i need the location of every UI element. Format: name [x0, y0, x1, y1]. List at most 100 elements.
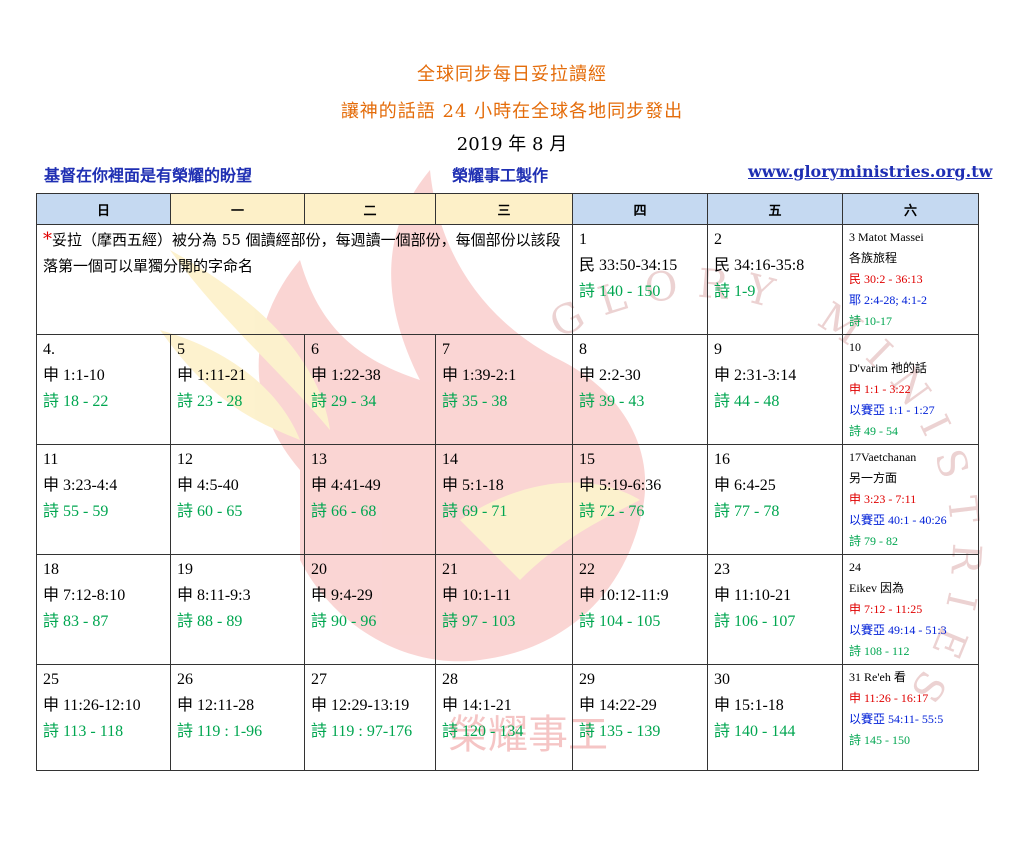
torah-portion: 申 7:12 - 11:25 — [849, 602, 923, 616]
day-number: 15 — [579, 451, 595, 468]
website-link[interactable]: www.gloryministries.org.tw — [748, 162, 992, 181]
day-number: 9 — [714, 341, 722, 358]
torah-portion: 申 1:1 - 3:22 — [849, 382, 911, 396]
psalm-portion: 詩 10-17 — [849, 314, 892, 328]
day-cell: 2 民 34:16-35:8 詩 1-9 — [707, 224, 843, 335]
week-row: *妥拉（摩西五經）被分為 55 個讀經部份，每週讀一個部份，每個部份以該段落第一… — [36, 224, 979, 335]
sabbath-cell: 17Vaetchanan 另一方面 申 3:23 - 7:11 以賽亞 40:1… — [842, 444, 979, 555]
haftarah-portion: 以賽亞 1:1 - 1:27 — [849, 403, 935, 417]
torah-note: *妥拉（摩西五經）被分為 55 個讀經部份，每週讀一個部份，每個部份以該段落第一… — [36, 224, 573, 335]
daily-reading: 申 10:1-11 — [442, 587, 512, 604]
day-cell: 25 申 11:26-12:10 詩 113 - 118 — [36, 664, 171, 771]
psalm-reading: 詩 55 - 59 — [43, 503, 109, 520]
psalm-reading: 詩 83 - 87 — [43, 613, 109, 630]
daily-reading: 申 4:41-49 — [311, 477, 381, 494]
psalm-reading: 詩 29 - 34 — [311, 393, 377, 410]
daily-reading: 申 1:11-21 — [177, 367, 247, 384]
weekday-sun: 日 — [36, 193, 171, 225]
day-number: 27 — [311, 671, 327, 688]
haftarah-portion: 以賽亞 49:14 - 51:3 — [849, 623, 947, 637]
torah-portion: 申 3:23 - 7:11 — [849, 492, 917, 506]
daily-reading: 申 12:29-13:19 — [311, 697, 410, 714]
psalm-reading: 詩 140 - 150 — [579, 283, 661, 300]
reading-calendar: 日 一 二 三 四 五 六 *妥拉（摩西五經）被分為 55 個讀經部份，每週讀一… — [36, 193, 979, 771]
week-row: 18 申 7:12-8:10 詩 83 - 87 19 申 8:11-9:3 詩 88 … — [36, 554, 979, 665]
day-number: 23 — [714, 561, 730, 578]
day-number: 19 — [177, 561, 193, 578]
daily-reading: 民 34:16-35:8 — [714, 257, 805, 274]
weekday-mon: 一 — [170, 193, 305, 225]
parasha-name: 24 — [849, 560, 861, 574]
weekday-tue: 二 — [304, 193, 436, 225]
day-number: 18 — [43, 561, 59, 578]
day-cell: 23 申 11:10-21 詩 106 - 107 — [707, 554, 843, 665]
day-cell: 16 申 6:4-25 詩 77 - 78 — [707, 444, 843, 555]
parasha-meaning: D'varim 祂的話 — [849, 361, 927, 375]
parasha-name: 31 Re'eh 看 — [849, 670, 906, 684]
psalm-reading: 詩 120 - 134 — [442, 723, 524, 740]
day-number: 22 — [579, 561, 595, 578]
day-number: 20 — [311, 561, 327, 578]
daily-reading: 申 14:1-21 — [442, 697, 512, 714]
week-row: 25 申 11:26-12:10 詩 113 - 118 26 申 12:11-28 詩… — [36, 664, 979, 771]
daily-reading: 申 1:39-2:1 — [442, 367, 517, 384]
day-cell: 21 申 10:1-11 詩 97 - 103 — [435, 554, 573, 665]
page-title: 全球同步每日妥拉讀經 — [417, 64, 607, 85]
day-number: 13 — [311, 451, 327, 468]
day-cell: 20 申 9:4-29 詩 90 - 96 — [304, 554, 436, 665]
day-number: 11 — [43, 451, 59, 468]
parasha-meaning: Eikev 因為 — [849, 581, 904, 595]
star-icon: * — [43, 229, 52, 250]
day-number: 12 — [177, 451, 193, 468]
day-number: 2 — [714, 231, 722, 248]
psalm-reading: 詩 72 - 76 — [579, 503, 645, 520]
day-number: 7 — [442, 341, 450, 358]
day-number: 4. — [43, 341, 55, 358]
daily-reading: 申 10:12-11:9 — [579, 587, 669, 604]
day-number: 21 — [442, 561, 458, 578]
daily-reading: 申 7:12-8:10 — [43, 587, 126, 604]
calendar-month: 2019 年 8 月 — [456, 134, 568, 155]
day-cell: 30 申 15:1-18 詩 140 - 144 — [707, 664, 843, 771]
daily-reading: 申 5:1-18 — [442, 477, 504, 494]
psalm-reading: 詩 119 : 97-176 — [311, 723, 413, 740]
psalm-reading: 詩 18 - 22 — [43, 393, 109, 410]
day-cell: 13 申 4:41-49 詩 66 - 68 — [304, 444, 436, 555]
haftarah-portion: 耶 2:4-28; 4:1-2 — [849, 293, 927, 307]
day-cell: 1 民 33:50-34:15 詩 140 - 150 — [572, 224, 708, 335]
daily-reading: 申 2:31-3:14 — [714, 367, 797, 384]
weekday-header-row: 日 一 二 三 四 五 六 — [36, 193, 979, 225]
day-number: 29 — [579, 671, 595, 688]
psalm-reading: 詩 97 - 103 — [442, 613, 516, 630]
daily-reading: 申 3:23-4:4 — [43, 477, 118, 494]
daily-reading: 申 1:1-10 — [43, 367, 105, 384]
day-number: 28 — [442, 671, 458, 688]
parasha-name: 17Vaetchanan — [849, 450, 917, 464]
day-cell: 6 申 1:22-38 詩 29 - 34 — [304, 334, 436, 445]
week-row: 4. 申 1:1-10 詩 18 - 22 5申 1:11-21 詩 23 - 28 … — [36, 334, 979, 445]
daily-reading: 申 5:19-6:36 — [579, 477, 662, 494]
sabbath-cell: 10 D'varim 祂的話 申 1:1 - 3:22 以賽亞 1:1 - 1:… — [842, 334, 979, 445]
weekday-thu: 四 — [572, 193, 708, 225]
haftarah-portion: 以賽亞 54:11- 55:5 — [849, 712, 944, 726]
psalm-reading: 詩 66 - 68 — [311, 503, 377, 520]
psalm-reading: 詩 35 - 38 — [442, 393, 508, 410]
day-cell: 14 申 5:1-18 詩 69 - 71 — [435, 444, 573, 555]
torah-portion: 申 11:26 - 16:17 — [849, 691, 929, 705]
day-number: 14 — [442, 451, 458, 468]
daily-reading: 申 9:4-29 — [311, 587, 373, 604]
day-cell: 27 申 12:29-13:19 詩 119 : 97-176 — [304, 664, 436, 771]
day-number: 25 — [43, 671, 59, 688]
psalm-reading: 詩 113 - 118 — [43, 723, 124, 740]
daily-reading: 申 2:2-30 — [579, 367, 641, 384]
psalm-reading: 詩 44 - 48 — [714, 393, 780, 410]
day-cell: 12 申 4:5-40 詩 60 - 65 — [170, 444, 305, 555]
psalm-portion: 詩 49 - 54 — [849, 424, 898, 438]
day-cell: 4. 申 1:1-10 詩 18 - 22 — [36, 334, 171, 445]
sabbath-cell: 24 Eikev 因為 申 7:12 - 11:25 以賽亞 49:14 - 5… — [842, 554, 979, 665]
day-cell: 26 申 12:11-28 詩 119 : 1-96 — [170, 664, 305, 771]
producer-text: 榮耀事工製作 — [452, 166, 549, 185]
daily-reading: 申 11:10-21 — [714, 587, 792, 604]
day-cell: 9 申 2:31-3:14 詩 44 - 48 — [707, 334, 843, 445]
psalm-reading: 詩 60 - 65 — [177, 503, 243, 520]
